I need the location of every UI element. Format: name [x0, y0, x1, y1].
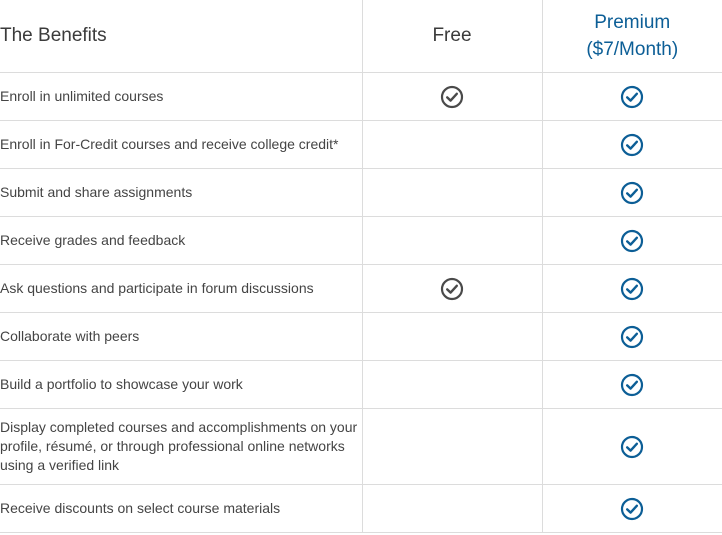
- benefits-column-header: The Benefits: [0, 0, 363, 73]
- premium-cell: [541, 408, 722, 485]
- benefit-label: Receive grades and feedback: [0, 216, 363, 265]
- check-circle-icon: [620, 325, 644, 349]
- free-cell: [361, 120, 543, 169]
- free-column-header: Free: [361, 0, 543, 73]
- benefit-label: Display completed courses and accomplish…: [0, 408, 363, 485]
- free-cell: [361, 312, 543, 361]
- table-row: Enroll in unlimited courses: [0, 72, 722, 121]
- premium-cell: [541, 168, 722, 217]
- check-circle-icon: [440, 277, 464, 301]
- table-row: Submit and share assignments: [0, 168, 722, 217]
- benefit-label: Receive discounts on select course mater…: [0, 484, 363, 533]
- premium-cell: [541, 312, 722, 361]
- free-cell: [361, 216, 543, 265]
- premium-price: ($7/Month): [586, 39, 679, 60]
- benefit-label: Collaborate with peers: [0, 312, 363, 361]
- free-cell: [361, 408, 543, 485]
- table-row: Collaborate with peers: [0, 312, 722, 361]
- check-circle-icon: [620, 229, 644, 253]
- premium-title: Premium: [594, 12, 671, 33]
- check-circle-icon: [620, 497, 644, 521]
- table-row: Enroll in For-Credit courses and receive…: [0, 120, 722, 169]
- table-row: Ask questions and participate in forum d…: [0, 264, 722, 313]
- benefit-label: Enroll in unlimited courses: [0, 72, 363, 121]
- premium-cell: [541, 120, 722, 169]
- benefit-label: Enroll in For-Credit courses and receive…: [0, 120, 363, 169]
- table-row: Receive grades and feedback: [0, 216, 722, 265]
- premium-cell: [541, 72, 722, 121]
- benefits-comparison-table: The Benefits Free Premium ($7/Month) Enr…: [0, 0, 722, 533]
- check-circle-icon: [620, 277, 644, 301]
- free-cell: [361, 264, 543, 313]
- check-circle-icon: [440, 85, 464, 109]
- table-header-row: The Benefits Free Premium ($7/Month): [0, 0, 722, 73]
- check-circle-icon: [620, 373, 644, 397]
- table-row: Build a portfolio to showcase your work: [0, 360, 722, 409]
- check-circle-icon: [620, 85, 644, 109]
- free-cell: [361, 168, 543, 217]
- table-row: Display completed courses and accomplish…: [0, 408, 722, 485]
- check-circle-icon: [620, 435, 644, 459]
- premium-cell: [541, 264, 722, 313]
- benefit-label: Ask questions and participate in forum d…: [0, 264, 363, 313]
- benefit-label: Build a portfolio to showcase your work: [0, 360, 363, 409]
- benefit-label: Submit and share assignments: [0, 168, 363, 217]
- premium-column-header: Premium ($7/Month): [541, 0, 722, 73]
- free-cell: [361, 72, 543, 121]
- premium-cell: [541, 360, 722, 409]
- check-circle-icon: [620, 181, 644, 205]
- table-row: Receive discounts on select course mater…: [0, 484, 722, 533]
- premium-cell: [541, 484, 722, 533]
- free-cell: [361, 484, 543, 533]
- check-circle-icon: [620, 133, 644, 157]
- premium-cell: [541, 216, 722, 265]
- free-cell: [361, 360, 543, 409]
